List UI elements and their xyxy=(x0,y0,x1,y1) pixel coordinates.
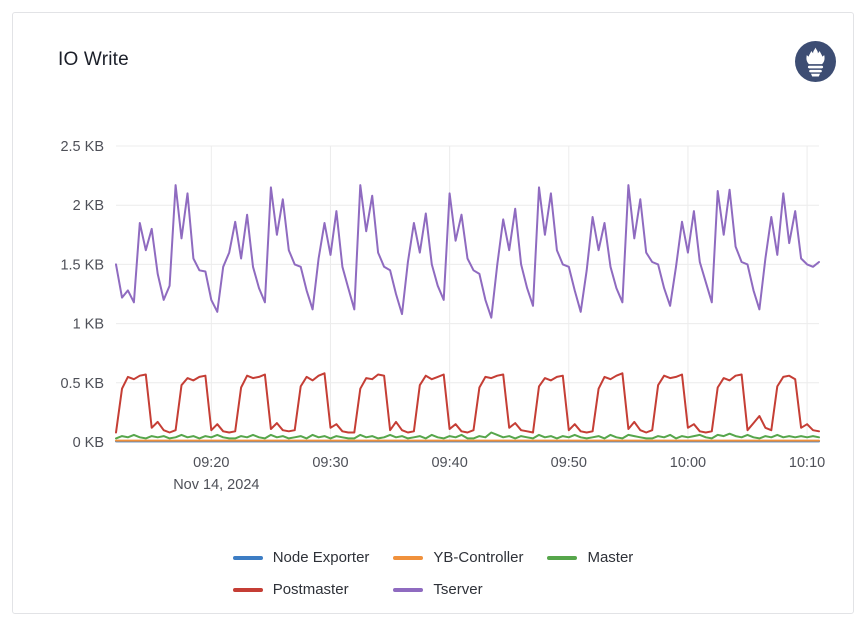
y-tick-label: 0.5 KB xyxy=(60,376,104,392)
legend-swatch-icon xyxy=(233,556,263,560)
y-tick-label: 1.5 KB xyxy=(60,257,104,273)
x-tick-label: 09:30 xyxy=(312,455,348,471)
io-write-panel: IO Write 0 KB0.5 KB1 KB1.5 KB2 KB2.5 KB0… xyxy=(12,12,854,614)
legend-item-yb-controller[interactable]: YB-Controller xyxy=(393,547,523,568)
legend-label: Node Exporter xyxy=(273,547,370,568)
y-tick-label: 2.5 KB xyxy=(60,139,104,155)
x-tick-label: 09:40 xyxy=(431,455,467,471)
legend-item-node-exporter[interactable]: Node Exporter xyxy=(233,547,370,568)
legend-label: Tserver xyxy=(433,579,482,600)
legend-swatch-icon xyxy=(233,588,263,592)
legend-label: YB-Controller xyxy=(433,547,523,568)
x-axis-date: Nov 14, 2024 xyxy=(173,477,259,493)
x-tick-label: 09:20 xyxy=(193,455,229,471)
legend-swatch-icon xyxy=(393,588,423,592)
legend-swatch-icon xyxy=(393,556,423,560)
x-tick-label: 10:00 xyxy=(670,455,706,471)
x-tick-label: 09:50 xyxy=(551,455,587,471)
y-tick-label: 2 KB xyxy=(73,198,104,214)
y-tick-label: 1 KB xyxy=(73,317,104,333)
legend-item-postmaster[interactable]: Postmaster xyxy=(233,579,370,600)
series-line-postmaster xyxy=(116,373,819,432)
y-tick-label: 0 KB xyxy=(73,435,104,451)
x-tick-label: 10:10 xyxy=(789,455,825,471)
legend-swatch-icon xyxy=(547,556,577,560)
io-write-chart[interactable]: 0 KB 0.5 KB 1 KB 1.5 KB 2 KB 2.5 KB 09:20 Nov 1… xyxy=(13,13,853,613)
legend-label: Master xyxy=(587,547,633,568)
legend-item-tserver[interactable]: Tserver xyxy=(393,579,523,600)
legend: Node Exporter YB-Controller Master Postmast… xyxy=(13,547,853,600)
legend-item-master[interactable]: Master xyxy=(547,547,633,568)
legend-label: Postmaster xyxy=(273,579,349,600)
page: IO Write 0 KB0.5 KB1 KB1.5 KB2 KB2.5 KB0… xyxy=(0,0,866,626)
